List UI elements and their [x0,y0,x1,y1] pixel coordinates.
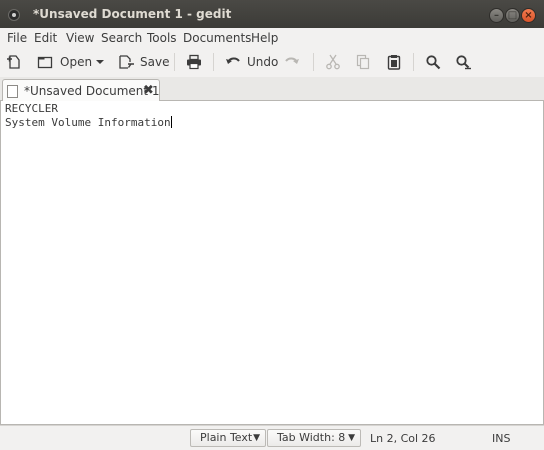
language-selector[interactable]: Plain Text ▼ [190,429,266,447]
cursor-position: Ln 2, Col 26 [370,432,436,445]
toolbar: Open Save Undo [0,47,544,77]
chevron-down-icon [96,58,104,66]
language-label: Plain Text [200,431,253,444]
open-recent-dropdown[interactable] [96,51,104,73]
open-label: Open [60,55,93,69]
print-button[interactable] [186,51,202,73]
undo-button[interactable]: Undo [225,51,278,73]
new-button[interactable] [6,51,22,73]
insert-mode-indicator: INS [492,432,511,445]
gedit-window: *Unsaved Document 1 - gedit – □ × File E… [0,0,544,450]
menu-file[interactable]: File [7,31,27,45]
menu-bar: File Edit View Search Tools Documents He… [0,28,544,47]
status-bar: Plain Text ▼ Tab Width: 8 ▼ Ln 2, Col 26… [0,425,544,450]
close-tab-icon[interactable]: ✖ [143,83,154,98]
find-button[interactable] [425,51,441,73]
save-icon [118,54,134,70]
menu-help[interactable]: Help [251,31,278,45]
tab-width-selector[interactable]: Tab Width: 8 ▼ [267,429,361,447]
toolbar-separator [213,53,214,71]
copy-icon [355,54,371,70]
text-editor[interactable]: RECYCLER System Volume Information [0,101,544,425]
printer-icon [186,54,202,70]
menu-view[interactable]: View [66,31,94,45]
redo-icon [284,54,300,70]
open-button[interactable]: Open [37,51,92,73]
maximize-button[interactable]: □ [505,8,520,23]
open-folder-icon [37,54,54,70]
toolbar-separator [174,53,175,71]
toolbar-separator [313,53,314,71]
menu-documents[interactable]: Documents [183,31,251,45]
close-window-button[interactable]: × [521,8,536,23]
redo-button[interactable] [284,51,300,73]
find-replace-icon [455,54,471,70]
undo-label: Undo [247,55,279,69]
save-label: Save [140,55,170,69]
tab-width-label: Tab Width: 8 [277,431,346,444]
text-cursor [170,116,172,128]
tab-unsaved-document-1[interactable]: *Unsaved Document 1 ✖ [2,79,160,102]
editor-line: RECYCLER [5,102,58,115]
document-icon [7,85,18,98]
app-icon [8,9,20,21]
scissors-icon [325,54,341,70]
minimize-button[interactable]: – [489,8,504,23]
tab-label: *Unsaved Document 1 [24,84,160,98]
clipboard-icon [386,54,402,70]
paste-button[interactable] [386,51,402,73]
toolbar-separator [413,53,414,71]
window-title: *Unsaved Document 1 - gedit [33,7,232,21]
undo-icon [225,54,241,70]
save-button[interactable]: Save [118,51,169,73]
document-tab-strip: *Unsaved Document 1 ✖ [0,77,544,102]
editor-line: System Volume Information [5,116,172,129]
cut-button[interactable] [325,51,341,73]
new-document-icon [6,54,22,70]
menu-search[interactable]: Search [101,31,142,45]
search-icon [425,54,441,70]
title-bar: *Unsaved Document 1 - gedit – □ × [0,0,544,28]
copy-button[interactable] [355,51,371,73]
find-replace-button[interactable] [455,51,471,73]
chevron-down-icon: ▼ [253,433,260,443]
chevron-down-icon: ▼ [348,433,355,443]
menu-tools[interactable]: Tools [147,31,177,45]
menu-edit[interactable]: Edit [34,31,57,45]
